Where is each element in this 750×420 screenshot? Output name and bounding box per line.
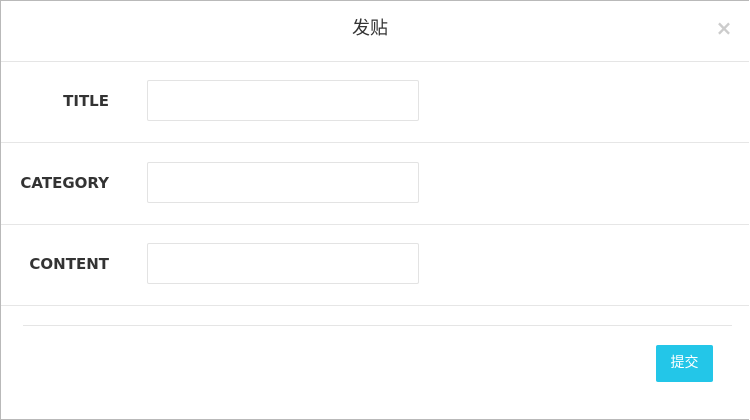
submit-button[interactable]: 提交	[656, 345, 713, 382]
category-input[interactable]	[147, 162, 419, 203]
form-row-title: TITLE	[1, 61, 749, 143]
form-row-category: CATEGORY	[1, 143, 749, 225]
dialog-title: 发贴	[352, 18, 388, 39]
content-label: CONTENT	[29, 255, 109, 273]
post-dialog: 发贴 × TITLE CATEGORY CONTENT 提交	[0, 0, 749, 420]
form-row-content: CONTENT	[1, 224, 749, 306]
title-label: TITLE	[63, 92, 109, 110]
title-input[interactable]	[147, 80, 419, 121]
category-label: CATEGORY	[20, 174, 109, 192]
dialog-header: 发贴 ×	[1, 1, 749, 62]
close-icon[interactable]: ×	[715, 17, 733, 39]
footer-divider	[23, 325, 732, 326]
content-input[interactable]	[147, 243, 419, 284]
